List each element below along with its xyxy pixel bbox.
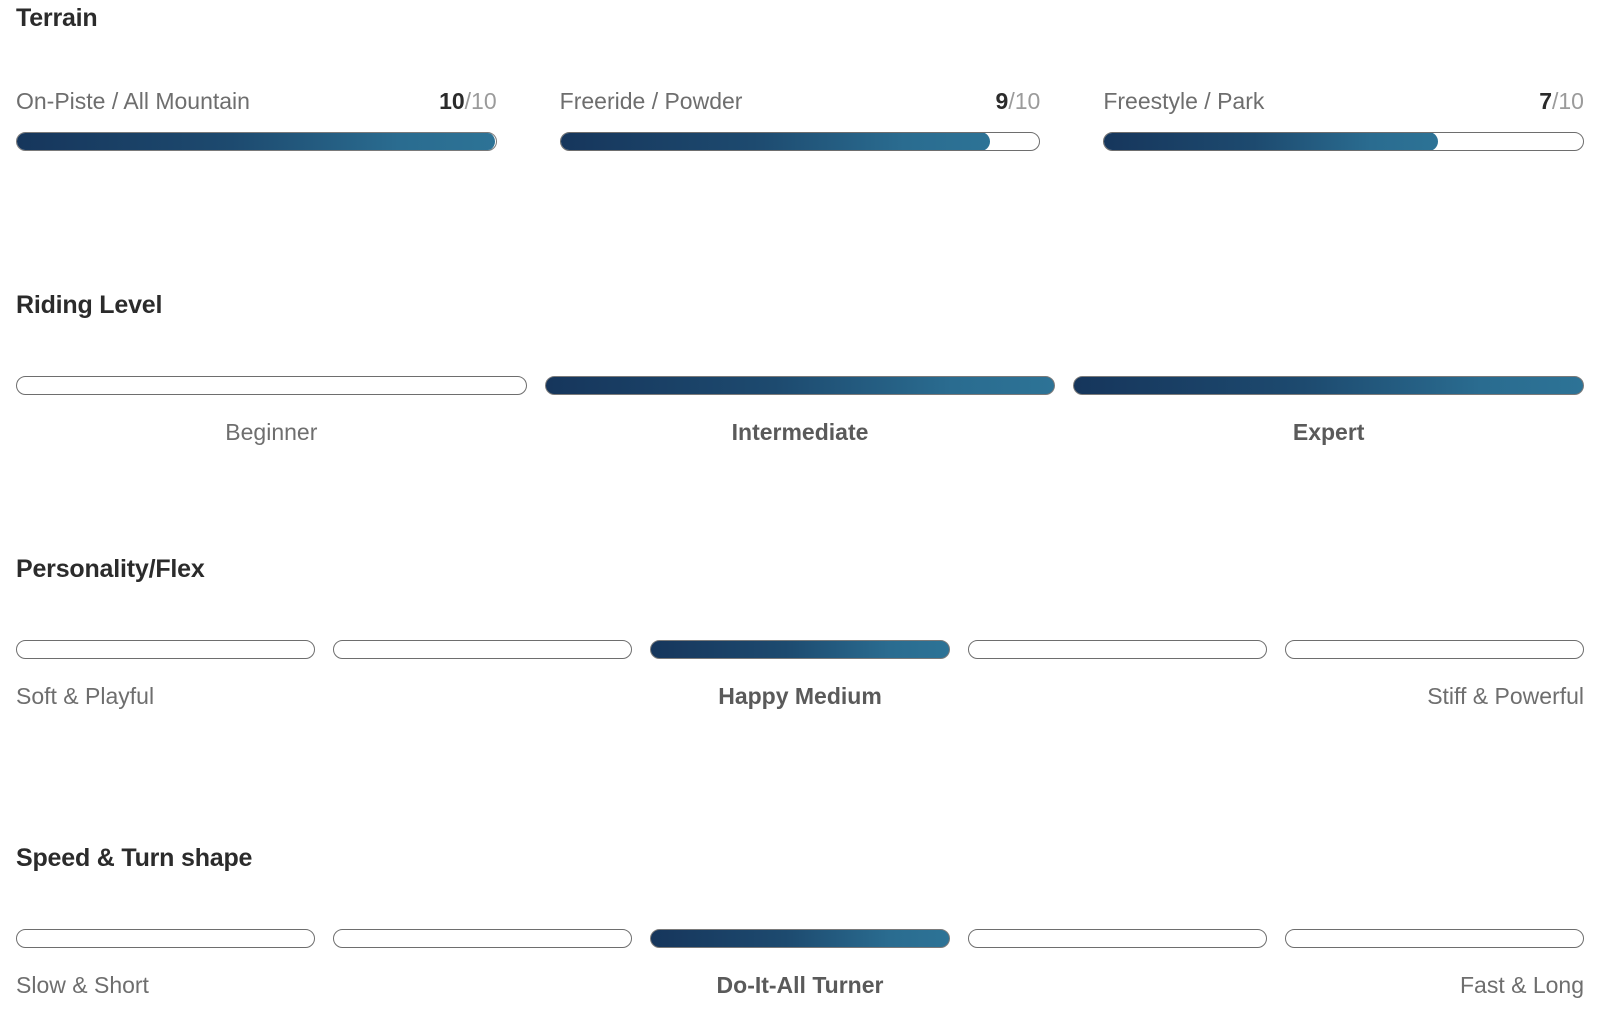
personality-flex-segment-bar	[650, 640, 950, 659]
speed-turn-segment[interactable]	[967, 929, 1267, 948]
terrain-rating-track	[16, 132, 497, 151]
terrain-rating-header: Freeride / Powder 9/10	[560, 88, 1041, 115]
terrain-rating-fill	[1104, 133, 1439, 150]
speed-turn-segment[interactable]	[1284, 929, 1585, 948]
riding-level-label: Beginner	[225, 419, 318, 445]
speed-turn-segment-bar	[16, 929, 316, 948]
riding-level-segment[interactable]	[1073, 376, 1585, 395]
speed-turn-label-row: Slow & Short Do-It-All Turner Fast & Lon…	[16, 972, 1584, 999]
speed-turn-segment[interactable]	[16, 929, 316, 948]
board-specs-panel: Terrain On-Piste / All Mountain 10/10 Fr…	[0, 0, 1600, 1036]
terrain-rating-max: /10	[464, 88, 497, 114]
personality-flex-label: Stiff & Powerful	[1427, 683, 1585, 709]
personality-flex-segment-row	[16, 640, 1585, 659]
personality-flex-label: Happy Medium	[718, 683, 882, 709]
section-title-personality-flex: Personality/Flex	[16, 555, 205, 583]
riding-level-label-row: Beginner Intermediate Expert	[16, 419, 1584, 446]
personality-flex-label-row: Soft & Playful Happy Medium Stiff & Powe…	[16, 683, 1584, 710]
personality-flex-label: Soft & Playful	[16, 683, 155, 709]
section-personality-flex: Personality/Flex Soft & Playful Happy Me…	[16, 555, 1585, 710]
terrain-rating-score: 9/10	[996, 88, 1041, 115]
terrain-rating-max: /10	[1008, 88, 1041, 114]
terrain-rating-item: On-Piste / All Mountain 10/10	[16, 88, 497, 151]
riding-level-segment-bar	[544, 376, 1056, 395]
section-riding-level: Riding Level Beginner Intermediate Exper…	[16, 291, 1585, 446]
section-speed-turn-shape: Speed & Turn shape Slow & Short Do-It-Al…	[16, 844, 1585, 999]
terrain-rating-fill	[16, 133, 495, 150]
riding-level-segment-bar	[16, 376, 527, 395]
terrain-rating-score: 10/10	[439, 88, 497, 115]
terrain-rating-value: 9	[995, 88, 1009, 114]
terrain-rating-track	[1103, 132, 1584, 151]
terrain-rating-score: 7/10	[1539, 88, 1584, 115]
terrain-rating-fill	[560, 133, 991, 150]
riding-level-segment-row	[16, 376, 1585, 395]
terrain-rating-header: Freestyle / Park 7/10	[1103, 88, 1584, 115]
terrain-rating-item: Freeride / Powder 9/10	[559, 88, 1041, 151]
personality-flex-segment-bar	[967, 640, 1267, 659]
speed-turn-label: Fast & Long	[1459, 972, 1585, 998]
terrain-rating-grid: On-Piste / All Mountain 10/10 Freeride /…	[16, 88, 1584, 151]
terrain-rating-track	[559, 132, 1041, 151]
personality-flex-segment[interactable]	[967, 640, 1267, 659]
terrain-rating-label: Freeride / Powder	[559, 88, 743, 114]
riding-level-label: Expert	[1292, 419, 1365, 445]
speed-turn-segment-bar	[650, 929, 950, 948]
terrain-rating-header: On-Piste / All Mountain 10/10	[16, 88, 497, 115]
personality-flex-segment[interactable]	[333, 640, 633, 659]
riding-level-segment[interactable]	[544, 376, 1056, 395]
terrain-rating-value: 10	[439, 88, 465, 114]
riding-level-segment[interactable]	[16, 376, 527, 395]
speed-turn-label: Do-It-All Turner	[716, 972, 884, 998]
speed-turn-segment-bar	[333, 929, 633, 948]
personality-flex-segment[interactable]	[16, 640, 316, 659]
terrain-rating-item: Freestyle / Park 7/10	[1103, 88, 1584, 151]
personality-flex-segment[interactable]	[1284, 640, 1585, 659]
section-title-riding-level: Riding Level	[16, 291, 163, 319]
speed-turn-segment[interactable]	[650, 929, 950, 948]
speed-turn-segment-bar	[967, 929, 1267, 948]
personality-flex-segment-bar	[1284, 640, 1585, 659]
terrain-rating-label: On-Piste / All Mountain	[16, 88, 250, 114]
personality-flex-segment[interactable]	[650, 640, 950, 659]
terrain-rating-label: Freestyle / Park	[1103, 88, 1265, 114]
personality-flex-segment-bar	[16, 640, 316, 659]
terrain-rating-max: /10	[1552, 88, 1584, 114]
speed-turn-segment-row	[16, 929, 1585, 948]
terrain-rating-value: 7	[1539, 88, 1552, 114]
section-title-speed-turn-shape: Speed & Turn shape	[16, 844, 253, 872]
riding-level-segment-bar	[1073, 376, 1585, 395]
personality-flex-segment-bar	[333, 640, 633, 659]
section-terrain: Terrain On-Piste / All Mountain 10/10 Fr…	[16, 6, 1584, 151]
section-title-terrain: Terrain	[16, 4, 98, 32]
speed-turn-segment-bar	[1284, 929, 1585, 948]
riding-level-label: Intermediate	[731, 419, 869, 445]
speed-turn-segment[interactable]	[333, 929, 633, 948]
speed-turn-label: Slow & Short	[16, 972, 149, 998]
